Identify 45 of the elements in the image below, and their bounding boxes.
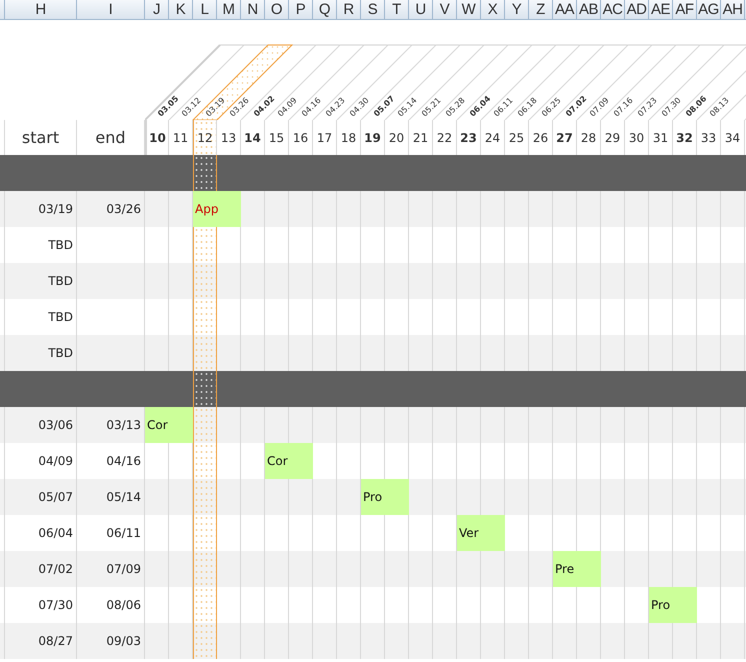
column-header[interactable]: J xyxy=(145,0,169,19)
column-header[interactable]: N xyxy=(241,0,265,19)
column-header[interactable]: AC xyxy=(601,0,625,19)
column-header[interactable]: P xyxy=(289,0,313,19)
task-bar: Cor xyxy=(145,407,193,443)
column-header[interactable]: AF xyxy=(673,0,697,19)
table-cell: 03/26 xyxy=(77,191,145,227)
column-header[interactable]: Y xyxy=(505,0,529,19)
task-bar: Pro xyxy=(649,587,697,623)
table-cell: 03/19 xyxy=(5,191,77,227)
column-header[interactable]: I xyxy=(77,0,145,19)
column-header[interactable]: T xyxy=(385,0,409,19)
table-cell: 07/09 xyxy=(77,551,145,587)
column-header[interactable]: Z xyxy=(529,0,553,19)
column-header[interactable]: AD xyxy=(625,0,649,19)
column-header[interactable]: S xyxy=(361,0,385,19)
task-bar: Cor xyxy=(265,443,313,479)
column-header[interactable]: K xyxy=(169,0,193,19)
task-bar: Pre xyxy=(553,551,601,587)
week-number: 12 xyxy=(193,120,217,155)
column-header[interactable]: L xyxy=(193,0,217,19)
column-header[interactable]: R xyxy=(337,0,361,19)
table-cell: 09/03 xyxy=(77,623,145,659)
table-cell: 08/27 xyxy=(5,623,77,659)
task-bar: Pro xyxy=(361,479,409,515)
table-cell: 05/07 xyxy=(5,479,77,515)
column-header[interactable]: AH xyxy=(721,0,745,19)
column-header[interactable]: U xyxy=(409,0,433,19)
column-header[interactable]: Q xyxy=(313,0,337,19)
column-header[interactable]: AB xyxy=(577,0,601,19)
task-bar: App xyxy=(193,191,241,227)
column-header[interactable]: O xyxy=(265,0,289,19)
column-header[interactable]: V xyxy=(433,0,457,19)
task-bar: Ver xyxy=(457,515,505,551)
column-header[interactable]: W xyxy=(457,0,481,19)
table-cell: TBD xyxy=(5,263,77,299)
column-header[interactable]: H xyxy=(5,0,77,19)
table-cell: 07/02 xyxy=(5,551,77,587)
column-header[interactable]: M xyxy=(217,0,241,19)
column-header[interactable]: AG xyxy=(697,0,721,19)
table-cell: 03/06 xyxy=(5,407,77,443)
table-cell: 05/14 xyxy=(77,479,145,515)
column-header[interactable]: AA xyxy=(553,0,577,19)
column-header[interactable]: X xyxy=(481,0,505,19)
column-header[interactable]: AE xyxy=(649,0,673,19)
